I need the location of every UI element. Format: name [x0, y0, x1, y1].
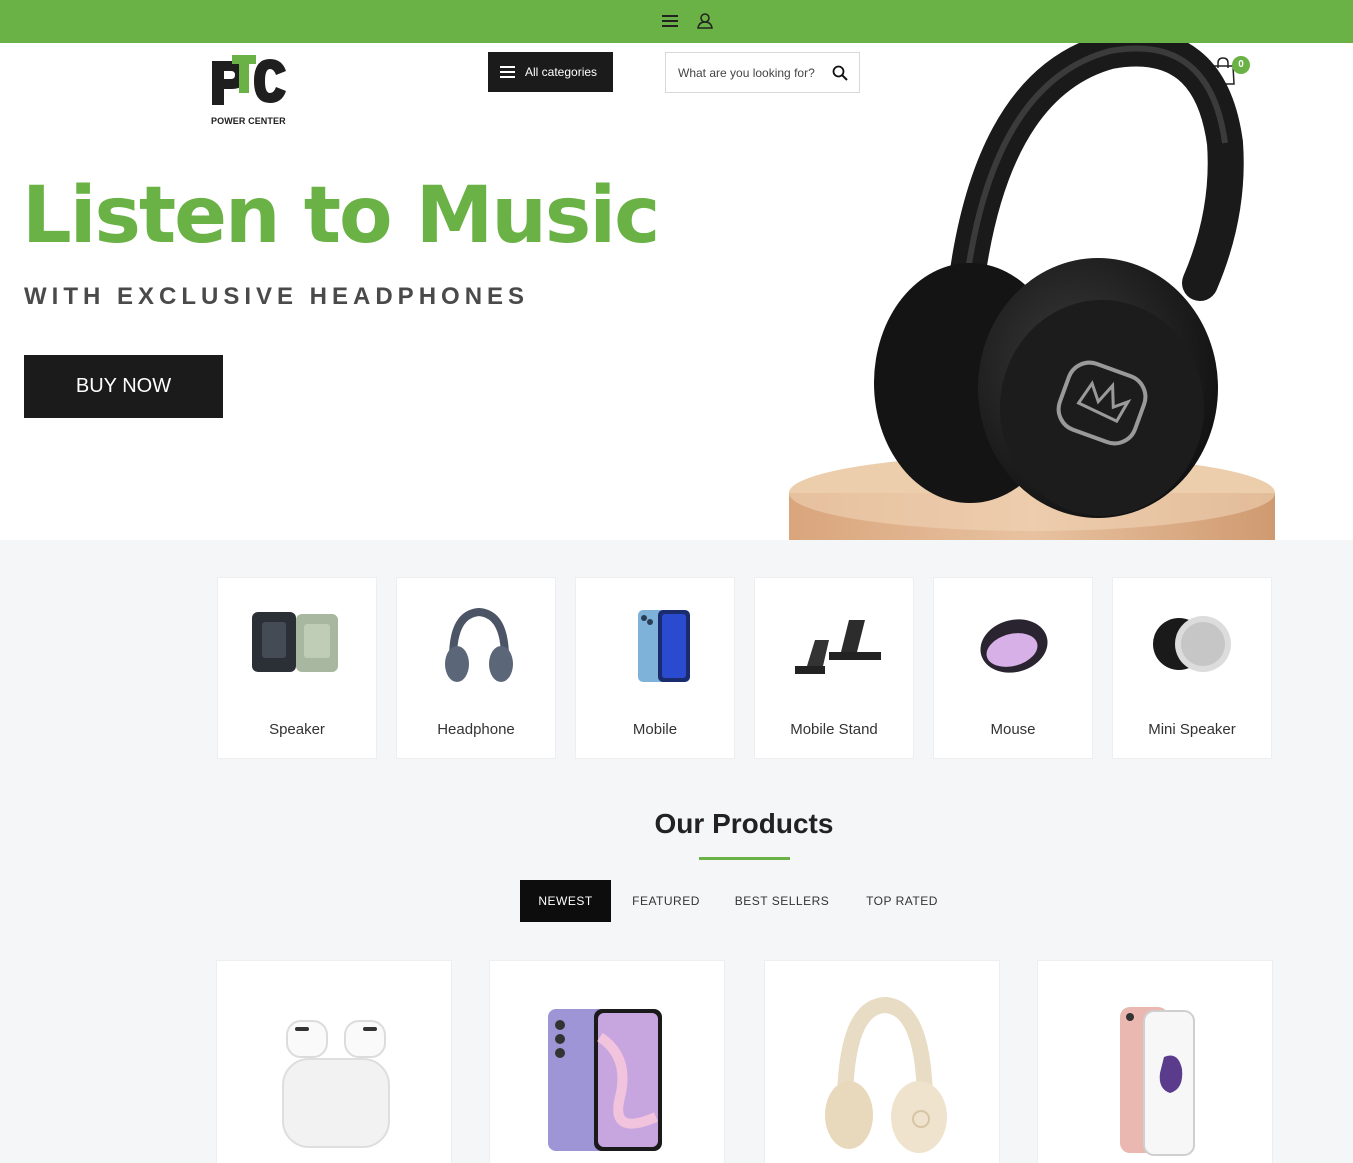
category-card-mobile[interactable]: Mobile — [575, 577, 735, 759]
category-card-mobile-stand[interactable]: Mobile Stand — [754, 577, 914, 759]
tab-top-rated[interactable]: TOP RATED — [858, 880, 946, 922]
hero-subtitle: WITH EXCLUSIVE HEADPHONES — [24, 283, 530, 310]
category-label: Mouse — [990, 721, 1036, 738]
product-card[interactable] — [216, 960, 452, 1163]
user-icon[interactable] — [694, 10, 716, 32]
headphone-image — [445, 607, 513, 682]
cream-headphones-image — [825, 997, 947, 1153]
category-list: Speaker Headphone Mobile Mobile Stand Mo… — [217, 577, 1273, 759]
headphones-on-pedestal-image — [789, 43, 1275, 540]
category-label: Mini Speaker — [1148, 721, 1236, 738]
logo[interactable]: POWER CENTER — [210, 53, 290, 131]
mobile-image — [638, 610, 690, 682]
tab-newest[interactable]: NEWEST — [520, 880, 611, 922]
category-label: Mobile — [632, 721, 678, 738]
hamburger-icon — [500, 66, 515, 78]
product-card[interactable] — [764, 960, 1000, 1163]
section-title-underline — [699, 857, 790, 860]
category-card-mini-speaker[interactable]: Mini Speaker — [1112, 577, 1272, 759]
hero-banner: POWER CENTER All categories 0 Listen to … — [0, 43, 1353, 540]
tab-featured[interactable]: FEATURED — [623, 880, 709, 922]
rose-gold-phone-image — [1120, 1007, 1195, 1156]
mouse-image — [980, 619, 1048, 673]
all-categories-button[interactable]: All categories — [488, 52, 613, 92]
category-label: Headphone — [437, 721, 515, 738]
smartphone-image — [548, 1009, 662, 1151]
buy-now-button[interactable]: BUY NOW — [24, 355, 223, 418]
category-card-speaker[interactable]: Speaker — [217, 577, 377, 759]
category-label: Mobile Stand — [790, 721, 878, 738]
speaker-image — [252, 612, 338, 672]
tab-best-sellers[interactable]: BEST SELLERS — [730, 880, 834, 922]
mobile-stand-image — [795, 620, 881, 674]
top-bar — [0, 0, 1353, 43]
hamburger-icon[interactable] — [659, 10, 681, 32]
earbuds-case-image — [282, 1020, 390, 1148]
category-label: Speaker — [269, 721, 325, 738]
category-card-headphone[interactable]: Headphone — [396, 577, 556, 759]
all-categories-label: All categories — [525, 65, 598, 79]
category-card-mouse[interactable]: Mouse — [933, 577, 1093, 759]
hero-title: Listen to Music — [22, 171, 660, 261]
product-card[interactable] — [489, 960, 725, 1163]
mini-speaker-image — [1153, 616, 1231, 672]
product-card[interactable] — [1037, 960, 1273, 1163]
logo-caption: POWER CENTER — [211, 116, 286, 126]
section-title: Our Products — [654, 808, 834, 839]
